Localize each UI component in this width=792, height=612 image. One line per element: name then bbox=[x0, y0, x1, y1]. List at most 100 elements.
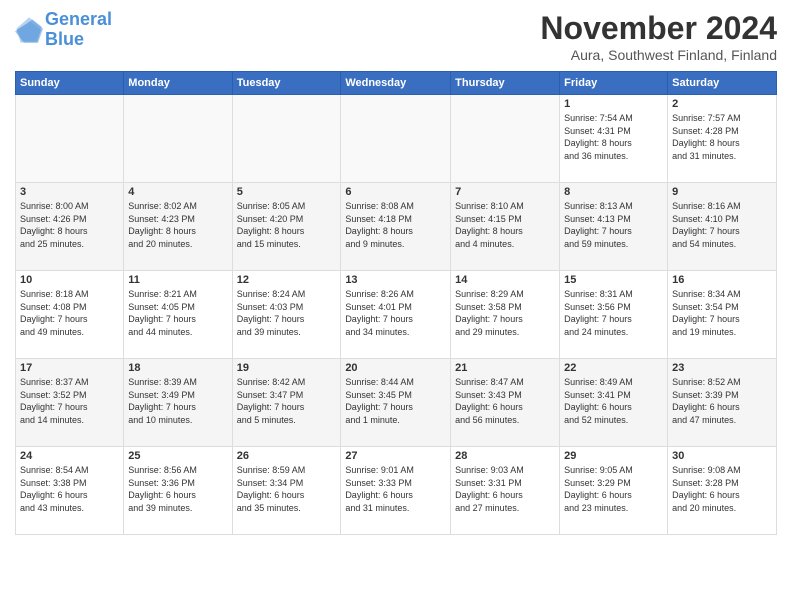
col-saturday: Saturday bbox=[668, 72, 777, 95]
calendar-cell bbox=[232, 95, 341, 183]
day-number: 25 bbox=[128, 450, 227, 462]
col-monday: Monday bbox=[124, 72, 232, 95]
calendar-cell: 10Sunrise: 8:18 AM Sunset: 4:08 PM Dayli… bbox=[16, 271, 124, 359]
calendar-cell: 29 Sunrise: 9:05 AM Sunset: 3:29 PM Dayli… bbox=[560, 447, 668, 535]
calendar-week-5: 24 Sunrise: 8:54 AM Sunset: 3:38 PM Dayli… bbox=[16, 447, 777, 535]
day-number: 17 bbox=[20, 362, 119, 374]
day-info: Sunrise: 9:01 AM Sunset: 3:33 PM Dayligh… bbox=[345, 464, 446, 514]
day-info: Sunrise: 8:37 AM Sunset: 3:52 PM Dayligh… bbox=[20, 376, 119, 426]
day-number: 13 bbox=[345, 274, 446, 286]
calendar-cell: 8 Sunrise: 8:13 AM Sunset: 4:13 PM Daylig… bbox=[560, 183, 668, 271]
day-info: Sunrise: 9:05 AM Sunset: 3:29 PM Dayligh… bbox=[564, 464, 663, 514]
calendar-week-2: 3 Sunrise: 8:00 AM Sunset: 4:26 PM Daylig… bbox=[16, 183, 777, 271]
calendar-cell: 22 Sunrise: 8:49 AM Sunset: 3:41 PM Dayli… bbox=[560, 359, 668, 447]
day-number: 11 bbox=[128, 274, 227, 286]
day-info: Sunrise: 8:08 AM Sunset: 4:18 PM Dayligh… bbox=[345, 200, 446, 250]
day-number: 20 bbox=[345, 362, 446, 374]
day-info: Sunrise: 8:21 AM Sunset: 4:05 PM Dayligh… bbox=[128, 288, 227, 338]
day-number: 29 bbox=[564, 450, 663, 462]
calendar-cell: 30 Sunrise: 9:08 AM Sunset: 3:28 PM Dayli… bbox=[668, 447, 777, 535]
page: General Blue November 2024 Aura, Southwe… bbox=[0, 0, 792, 612]
calendar-cell: 1 Sunrise: 7:54 AM Sunset: 4:31 PM Daylig… bbox=[560, 95, 668, 183]
day-info: Sunrise: 8:52 AM Sunset: 3:39 PM Dayligh… bbox=[672, 376, 772, 426]
calendar-cell: 17 Sunrise: 8:37 AM Sunset: 3:52 PM Dayli… bbox=[16, 359, 124, 447]
day-number: 6 bbox=[345, 186, 446, 198]
day-number: 21 bbox=[455, 362, 555, 374]
calendar-week-4: 17 Sunrise: 8:37 AM Sunset: 3:52 PM Dayli… bbox=[16, 359, 777, 447]
day-info: Sunrise: 8:16 AM Sunset: 4:10 PM Dayligh… bbox=[672, 200, 772, 250]
day-info: Sunrise: 8:05 AM Sunset: 4:20 PM Dayligh… bbox=[237, 200, 337, 250]
calendar-cell: 18 Sunrise: 8:39 AM Sunset: 3:49 PM Dayli… bbox=[124, 359, 232, 447]
calendar-cell: 15 Sunrise: 8:31 AM Sunset: 3:56 PM Dayli… bbox=[560, 271, 668, 359]
calendar-week-3: 10Sunrise: 8:18 AM Sunset: 4:08 PM Dayli… bbox=[16, 271, 777, 359]
day-info: Sunrise: 8:10 AM Sunset: 4:15 PM Dayligh… bbox=[455, 200, 555, 250]
day-info: Sunrise: 9:08 AM Sunset: 3:28 PM Dayligh… bbox=[672, 464, 772, 514]
day-info: Sunrise: 8:44 AM Sunset: 3:45 PM Dayligh… bbox=[345, 376, 446, 426]
calendar-cell: 25 Sunrise: 8:56 AM Sunset: 3:36 PM Dayli… bbox=[124, 447, 232, 535]
calendar-cell bbox=[124, 95, 232, 183]
day-info: Sunrise: 8:13 AM Sunset: 4:13 PM Dayligh… bbox=[564, 200, 663, 250]
day-number: 7 bbox=[455, 186, 555, 198]
col-tuesday: Tuesday bbox=[232, 72, 341, 95]
day-number: 24 bbox=[20, 450, 119, 462]
col-wednesday: Wednesday bbox=[341, 72, 451, 95]
calendar-cell bbox=[341, 95, 451, 183]
day-number: 30 bbox=[672, 450, 772, 462]
day-info: Sunrise: 8:47 AM Sunset: 3:43 PM Dayligh… bbox=[455, 376, 555, 426]
logo: General Blue bbox=[15, 10, 112, 50]
calendar-cell: 12 Sunrise: 8:24 AM Sunset: 4:03 PM Dayli… bbox=[232, 271, 341, 359]
day-number: 10 bbox=[20, 274, 119, 286]
calendar-cell: 27 Sunrise: 9:01 AM Sunset: 3:33 PM Dayli… bbox=[341, 447, 451, 535]
calendar-cell: 20 Sunrise: 8:44 AM Sunset: 3:45 PM Dayli… bbox=[341, 359, 451, 447]
day-number: 15 bbox=[564, 274, 663, 286]
day-number: 22 bbox=[564, 362, 663, 374]
calendar-week-1: 1 Sunrise: 7:54 AM Sunset: 4:31 PM Daylig… bbox=[16, 95, 777, 183]
calendar-cell: 3 Sunrise: 8:00 AM Sunset: 4:26 PM Daylig… bbox=[16, 183, 124, 271]
day-number: 8 bbox=[564, 186, 663, 198]
month-title: November 2024 bbox=[540, 10, 777, 47]
day-info: Sunrise: 8:56 AM Sunset: 3:36 PM Dayligh… bbox=[128, 464, 227, 514]
day-number: 18 bbox=[128, 362, 227, 374]
logo-text: General Blue bbox=[45, 10, 112, 50]
day-number: 2 bbox=[672, 98, 772, 110]
day-info: Sunrise: 8:42 AM Sunset: 3:47 PM Dayligh… bbox=[237, 376, 337, 426]
calendar-cell: 11 Sunrise: 8:21 AM Sunset: 4:05 PM Dayli… bbox=[124, 271, 232, 359]
day-info: Sunrise: 7:54 AM Sunset: 4:31 PM Dayligh… bbox=[564, 112, 663, 162]
day-info: Sunrise: 8:02 AM Sunset: 4:23 PM Dayligh… bbox=[128, 200, 227, 250]
day-info: Sunrise: 8:24 AM Sunset: 4:03 PM Dayligh… bbox=[237, 288, 337, 338]
calendar-cell bbox=[451, 95, 560, 183]
day-number: 23 bbox=[672, 362, 772, 374]
day-info: Sunrise: 9:03 AM Sunset: 3:31 PM Dayligh… bbox=[455, 464, 555, 514]
calendar-cell: 26Sunrise: 8:59 AM Sunset: 3:34 PM Dayli… bbox=[232, 447, 341, 535]
calendar-cell: 16Sunrise: 8:34 AM Sunset: 3:54 PM Dayli… bbox=[668, 271, 777, 359]
day-info: Sunrise: 8:54 AM Sunset: 3:38 PM Dayligh… bbox=[20, 464, 119, 514]
calendar-cell: 28 Sunrise: 9:03 AM Sunset: 3:31 PM Dayli… bbox=[451, 447, 560, 535]
location: Aura, Southwest Finland, Finland bbox=[540, 47, 777, 63]
day-number: 26 bbox=[237, 450, 337, 462]
day-number: 1 bbox=[564, 98, 663, 110]
calendar-cell: 23 Sunrise: 8:52 AM Sunset: 3:39 PM Dayli… bbox=[668, 359, 777, 447]
day-info: Sunrise: 8:39 AM Sunset: 3:49 PM Dayligh… bbox=[128, 376, 227, 426]
day-number: 12 bbox=[237, 274, 337, 286]
calendar-cell: 19Sunrise: 8:42 AM Sunset: 3:47 PM Dayli… bbox=[232, 359, 341, 447]
day-number: 27 bbox=[345, 450, 446, 462]
calendar-cell: 6 Sunrise: 8:08 AM Sunset: 4:18 PM Daylig… bbox=[341, 183, 451, 271]
day-number: 3 bbox=[20, 186, 119, 198]
day-number: 28 bbox=[455, 450, 555, 462]
col-thursday: Thursday bbox=[451, 72, 560, 95]
title-section: November 2024 Aura, Southwest Finland, F… bbox=[540, 10, 777, 63]
logo-icon bbox=[15, 16, 43, 44]
day-number: 5 bbox=[237, 186, 337, 198]
day-info: Sunrise: 8:49 AM Sunset: 3:41 PM Dayligh… bbox=[564, 376, 663, 426]
day-number: 16 bbox=[672, 274, 772, 286]
day-number: 9 bbox=[672, 186, 772, 198]
day-number: 4 bbox=[128, 186, 227, 198]
calendar-header-row: Sunday Monday Tuesday Wednesday Thursday… bbox=[16, 72, 777, 95]
day-info: Sunrise: 8:00 AM Sunset: 4:26 PM Dayligh… bbox=[20, 200, 119, 250]
day-info: Sunrise: 7:57 AM Sunset: 4:28 PM Dayligh… bbox=[672, 112, 772, 162]
calendar-cell: 7 Sunrise: 8:10 AM Sunset: 4:15 PM Daylig… bbox=[451, 183, 560, 271]
calendar-cell: 13Sunrise: 8:26 AM Sunset: 4:01 PM Dayli… bbox=[341, 271, 451, 359]
day-info: Sunrise: 8:31 AM Sunset: 3:56 PM Dayligh… bbox=[564, 288, 663, 338]
calendar-cell: 4 Sunrise: 8:02 AM Sunset: 4:23 PM Daylig… bbox=[124, 183, 232, 271]
calendar-cell: 2 Sunrise: 7:57 AM Sunset: 4:28 PM Daylig… bbox=[668, 95, 777, 183]
